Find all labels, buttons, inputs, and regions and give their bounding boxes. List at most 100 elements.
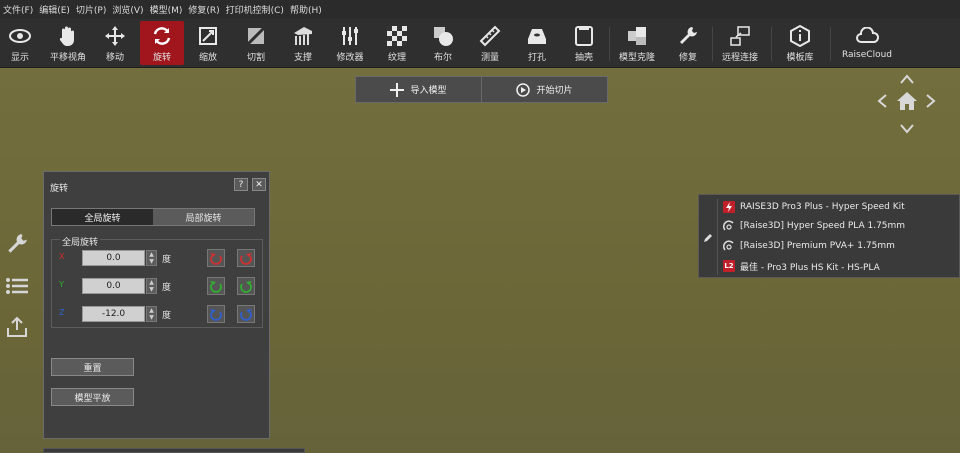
menu-slice[interactable]: 切片(P) (76, 3, 106, 16)
templates-label: 模板库 (786, 53, 814, 63)
slice-profile-item[interactable]: L2 最佳 - Pro3 Plus HS Kit - HS-PLA (723, 258, 880, 274)
rotate-x-ccw-icon[interactable] (207, 249, 225, 267)
edit-pencil-icon[interactable] (701, 231, 715, 245)
export-icon[interactable] (4, 314, 30, 340)
remote-connect-button[interactable]: 远程连接 (720, 21, 760, 65)
menu-help[interactable]: 帮助(H) (290, 3, 322, 16)
cut-button[interactable]: 切割 (242, 21, 270, 65)
home-icon[interactable] (896, 91, 918, 114)
scale-button[interactable]: 缩放 (194, 21, 222, 65)
x-angle-stepper[interactable]: ▲ ▼ (146, 250, 157, 266)
reset-button[interactable]: 重置 (51, 358, 134, 376)
menu-file[interactable]: 文件(F) (3, 3, 33, 16)
remote-connect-icon (727, 23, 753, 49)
material-left-label: [Raise3D] Hyper Speed PLA 1.75mm (740, 221, 906, 231)
texture-button[interactable]: 纹理 (383, 21, 411, 65)
settings-wrench-icon[interactable] (4, 231, 30, 257)
cloud-icon (854, 23, 880, 49)
remote-connect-label: 远程连接 (721, 53, 758, 63)
texture-label: 纹理 (387, 53, 406, 63)
tab-global-rotate[interactable]: 全局旋转 (52, 209, 153, 225)
nav-right-icon[interactable] (926, 94, 936, 111)
printer-profile-item[interactable]: RAISE3D Pro3 Plus - Hyper Speed Kit (723, 199, 905, 215)
import-model-button[interactable]: 导入模型 (356, 77, 481, 102)
pan-view-button[interactable]: 平移视角 (47, 21, 89, 65)
repair-label: 修复 (678, 53, 697, 63)
nav-left-icon[interactable] (877, 94, 887, 111)
material-right-label: [Raise3D] Premium PVA+ 1.75mm (740, 241, 895, 251)
move-button[interactable]: 移动 (99, 21, 131, 65)
shell-button[interactable]: 抽壳 (570, 21, 598, 65)
tab-local-rotate[interactable]: 局部旋转 (153, 209, 254, 225)
global-rotate-group: 全局旋转 X 0.0 ▲ ▼ 度 Y 0.0 ▲ ▼ 度 Z -12.0 ▲ ▼… (51, 235, 263, 328)
rotate-panel: 旋转 ? ✕ 全局旋转 局部旋转 全局旋转 X 0.0 ▲ ▼ 度 Y 0.0 ▲… (43, 171, 270, 439)
start-slice-button[interactable]: 开始切片 (481, 77, 607, 102)
rotate-row-x: X 0.0 ▲ ▼ 度 (52, 249, 262, 267)
x-angle-input[interactable]: 0.0 (82, 250, 145, 266)
move-arrows-icon (102, 23, 128, 49)
raisecloud-label: RaiseCloud (841, 50, 892, 60)
menu-view[interactable]: 浏览(V) (112, 3, 143, 16)
rotate-y-cw-icon[interactable] (237, 277, 255, 295)
cut-label: 切割 (246, 53, 265, 63)
boolean-icon (430, 23, 456, 49)
shell-icon (571, 23, 597, 49)
move-label: 移动 (105, 53, 124, 63)
import-model-label: 导入模型 (410, 86, 447, 96)
toolbar-separator (771, 27, 772, 61)
z-angle-stepper[interactable]: ▲ ▼ (146, 306, 157, 322)
menu-model[interactable]: 模型(M) (150, 3, 183, 16)
modifier-label: 修改器 (336, 53, 364, 63)
slice-bar: 导入模型 开始切片 (355, 76, 608, 103)
repair-button[interactable]: 修复 (674, 21, 702, 65)
show-button[interactable]: 显示 (4, 21, 36, 65)
material-icon (723, 220, 735, 232)
toolbar-separator (609, 27, 610, 61)
raise3d-logo-icon (723, 201, 735, 213)
nav-down-icon[interactable] (900, 121, 914, 137)
boolean-label: 布尔 (433, 53, 452, 63)
menu-printer-control[interactable]: 打印机控制(C) (226, 3, 284, 16)
menu-repair[interactable]: 修复(R) (188, 3, 219, 16)
y-angle-stepper[interactable]: ▲ ▼ (146, 278, 157, 294)
hand-icon (55, 23, 81, 49)
lay-flat-button[interactable]: 模型平放 (51, 388, 134, 406)
z-angle-input[interactable]: -12.0 (82, 306, 145, 322)
measure-label: 测量 (480, 53, 499, 63)
plus-icon (390, 82, 405, 97)
bottom-panel-edge (43, 448, 305, 453)
templates-button[interactable]: 模板库 (784, 21, 816, 65)
scale-label: 缩放 (198, 53, 217, 63)
material-left-item[interactable]: [Raise3D] Hyper Speed PLA 1.75mm (723, 218, 905, 234)
rotate-z-cw-icon[interactable] (237, 305, 255, 323)
cut-icon (243, 23, 269, 49)
punch-button[interactable]: 打孔 (523, 21, 551, 65)
rotate-y-ccw-icon[interactable] (207, 277, 225, 295)
rotate-row-z: Z -12.0 ▲ ▼ 度 (52, 305, 262, 323)
printer-profile-label: RAISE3D Pro3 Plus - Hyper Speed Kit (740, 202, 905, 212)
printer-material-panel: RAISE3D Pro3 Plus - Hyper Speed Kit [Rai… (698, 194, 960, 278)
help-button[interactable]: ? (234, 178, 248, 191)
nav-up-icon[interactable] (900, 71, 914, 87)
menu-edit[interactable]: 编辑(E) (39, 3, 70, 16)
start-slice-label: 开始切片 (536, 86, 573, 96)
rotate-x-cw-icon[interactable] (237, 249, 255, 267)
modifier-button[interactable]: 修改器 (333, 21, 367, 65)
clone-button[interactable]: 模型克隆 (617, 21, 657, 65)
unit-label: 度 (162, 283, 172, 293)
rotate-button[interactable]: 旋转 (140, 21, 184, 65)
raisecloud-button[interactable]: RaiseCloud (838, 21, 896, 65)
clone-label: 模型克隆 (618, 53, 655, 63)
close-button[interactable]: ✕ (252, 178, 266, 191)
unit-label: 度 (162, 255, 172, 265)
material-right-item[interactable]: [Raise3D] Premium PVA+ 1.75mm (723, 238, 895, 254)
rotate-z-ccw-icon[interactable] (207, 305, 225, 323)
boolean-button[interactable]: 布尔 (429, 21, 457, 65)
list-icon[interactable] (4, 273, 30, 299)
support-button[interactable]: 支撑 (289, 21, 317, 65)
punch-icon (524, 23, 550, 49)
punch-label: 打孔 (527, 53, 546, 63)
measure-button[interactable]: 测量 (476, 21, 504, 65)
ruler-icon (477, 23, 503, 49)
y-angle-input[interactable]: 0.0 (82, 278, 145, 294)
